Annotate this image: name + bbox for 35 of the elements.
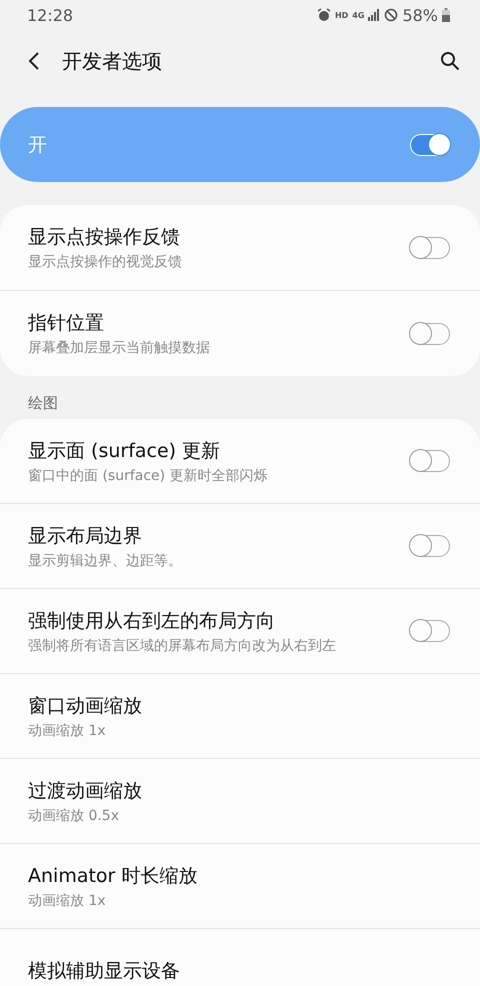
setting-title[interactable]: 强制使用从右到左的布局方向 (28, 608, 410, 634)
toggle-switch[interactable] (410, 535, 450, 557)
setting-title[interactable]: 指针位置 (28, 310, 410, 336)
toggle-switch[interactable] (410, 620, 450, 642)
setting-summary: 动画缩放 1x (28, 892, 107, 910)
setting-summary: 动画缩放 1x (28, 722, 107, 740)
setting-title[interactable]: 显示布局边界 (28, 522, 410, 548)
battery-percent: 58% (402, 6, 438, 24)
setting-title[interactable]: 显示点按操作反馈 (28, 224, 410, 250)
back-icon[interactable] (28, 51, 40, 71)
toggle-switch[interactable] (410, 450, 450, 472)
setting-summary: 强制将所有语言区域的屏幕布局方向改为从右到左 (28, 636, 337, 654)
setting-summary: 显示剪辑边界、边距等。 (28, 552, 183, 570)
status-time: 12:28 (27, 6, 74, 24)
hd-indicator: HD (334, 10, 348, 20)
page-title: 开发者选项 (62, 48, 163, 74)
blocked-icon (384, 8, 398, 22)
section-header: 绘图 (27, 393, 59, 413)
toggle-switch[interactable] (410, 322, 450, 344)
setting-title[interactable]: 模拟辅助显示设备 (28, 958, 450, 984)
setting-title[interactable]: Animator 时长缩放 (28, 862, 450, 888)
setting-summary: 动画缩放 0.5x (28, 806, 120, 824)
setting-title[interactable]: 显示面 (surface) 更新 (28, 438, 410, 464)
alarm-icon (316, 8, 331, 22)
battery-icon (442, 8, 450, 22)
search-icon[interactable] (440, 51, 460, 71)
signal-icon (368, 9, 380, 21)
setting-summary: 屏幕叠加层显示当前触摸数据 (28, 339, 211, 357)
setting-summary: 窗口中的面 (surface) 更新时全部闪烁 (28, 466, 269, 484)
setting-summary: 显示点按操作的视觉反馈 (28, 253, 183, 271)
setting-title[interactable]: 过渡动画缩放 (28, 778, 450, 804)
toggle-switch[interactable] (410, 236, 450, 258)
master-switch-label: 开 (28, 132, 47, 158)
setting-title[interactable]: 窗口动画缩放 (28, 692, 450, 718)
network-type: 4G (352, 10, 364, 20)
